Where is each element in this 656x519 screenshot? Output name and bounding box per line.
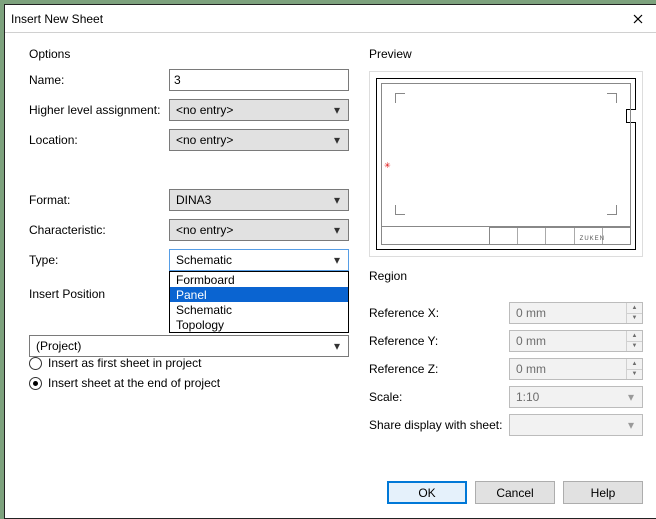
close-icon <box>633 14 643 24</box>
spin-up-icon[interactable]: ▲ <box>627 331 642 341</box>
radio-icon <box>29 357 42 370</box>
preview-area: ZUKEN ✳ <box>369 71 643 257</box>
spin-down-icon[interactable]: ▼ <box>627 369 642 380</box>
spin-up-icon[interactable]: ▲ <box>627 359 642 369</box>
higher-level-combo[interactable]: <no entry> ▾ <box>169 99 349 121</box>
refx-spin[interactable]: 0 mm ▲▼ <box>509 302 643 324</box>
type-combo[interactable]: Schematic ▾ Formboard Panel Schematic To… <box>169 249 349 271</box>
region-group: Region Reference X: 0 mm ▲▼ Reference Y:… <box>369 269 643 439</box>
chevron-down-icon: ▾ <box>330 133 344 147</box>
preview-mark-icon: ✳ <box>384 161 391 170</box>
refz-label: Reference Z: <box>369 362 509 376</box>
format-combo[interactable]: DINA3 ▾ <box>169 189 349 211</box>
spin-down-icon[interactable]: ▼ <box>627 341 642 352</box>
radio-icon <box>29 377 42 390</box>
options-group: Options Name: Higher level assignment: <… <box>29 47 349 273</box>
titlebar: Insert New Sheet <box>5 5 656 33</box>
chevron-down-icon: ▾ <box>624 390 638 404</box>
characteristic-label: Characteristic: <box>29 223 169 237</box>
options-legend: Options <box>29 47 349 67</box>
radio-first-label: Insert as first sheet in project <box>48 356 201 370</box>
higher-level-label: Higher level assignment: <box>29 103 169 117</box>
preview-legend: Preview <box>369 47 643 67</box>
preview-sheet: ZUKEN ✳ <box>376 78 636 250</box>
project-combo[interactable]: (Project) ▾ <box>29 335 349 357</box>
radio-end-label: Insert sheet at the end of project <box>48 376 220 390</box>
type-option-formboard[interactable]: Formboard <box>170 272 348 287</box>
format-label: Format: <box>29 193 169 207</box>
location-label: Location: <box>29 133 169 147</box>
dialog-insert-new-sheet: Insert New Sheet Options Name: Higher le… <box>4 4 656 519</box>
share-label: Share display with sheet: <box>369 418 509 432</box>
cancel-button[interactable]: Cancel <box>475 481 555 504</box>
spin-down-icon[interactable]: ▼ <box>627 313 642 324</box>
share-combo[interactable]: ▾ <box>509 414 643 436</box>
refz-spin[interactable]: 0 mm ▲▼ <box>509 358 643 380</box>
type-option-schematic[interactable]: Schematic <box>170 302 348 317</box>
window-title: Insert New Sheet <box>11 12 617 26</box>
ok-button[interactable]: OK <box>387 481 467 504</box>
refx-label: Reference X: <box>369 306 509 320</box>
spin-up-icon[interactable]: ▲ <box>627 303 642 313</box>
chevron-down-icon: ▾ <box>330 223 344 237</box>
preview-brand: ZUKEN <box>580 236 605 242</box>
location-combo[interactable]: <no entry> ▾ <box>169 129 349 151</box>
radio-insert-end[interactable]: Insert sheet at the end of project <box>29 373 349 393</box>
chevron-down-icon: ▾ <box>330 193 344 207</box>
scale-combo[interactable]: 1:10 ▾ <box>509 386 643 408</box>
type-option-topology[interactable]: Topology <box>170 317 348 332</box>
chevron-down-icon: ▾ <box>330 339 344 353</box>
refy-spin[interactable]: 0 mm ▲▼ <box>509 330 643 352</box>
name-input[interactable] <box>169 69 349 91</box>
type-option-panel[interactable]: Panel <box>170 287 348 302</box>
help-button[interactable]: Help <box>563 481 643 504</box>
name-label: Name: <box>29 73 169 87</box>
type-dropdown: Formboard Panel Schematic Topology <box>169 271 349 333</box>
close-button[interactable] <box>617 5 656 33</box>
refy-label: Reference Y: <box>369 334 509 348</box>
preview-group: Preview ZUKEN ✳ <box>369 47 643 257</box>
chevron-down-icon: ▾ <box>624 418 638 432</box>
characteristic-combo[interactable]: <no entry> ▾ <box>169 219 349 241</box>
scale-label: Scale: <box>369 390 509 404</box>
type-label: Type: <box>29 253 169 267</box>
chevron-down-icon: ▾ <box>330 253 344 267</box>
dialog-buttons: OK Cancel Help <box>29 471 643 508</box>
region-legend: Region <box>369 269 643 289</box>
chevron-down-icon: ▾ <box>330 103 344 117</box>
